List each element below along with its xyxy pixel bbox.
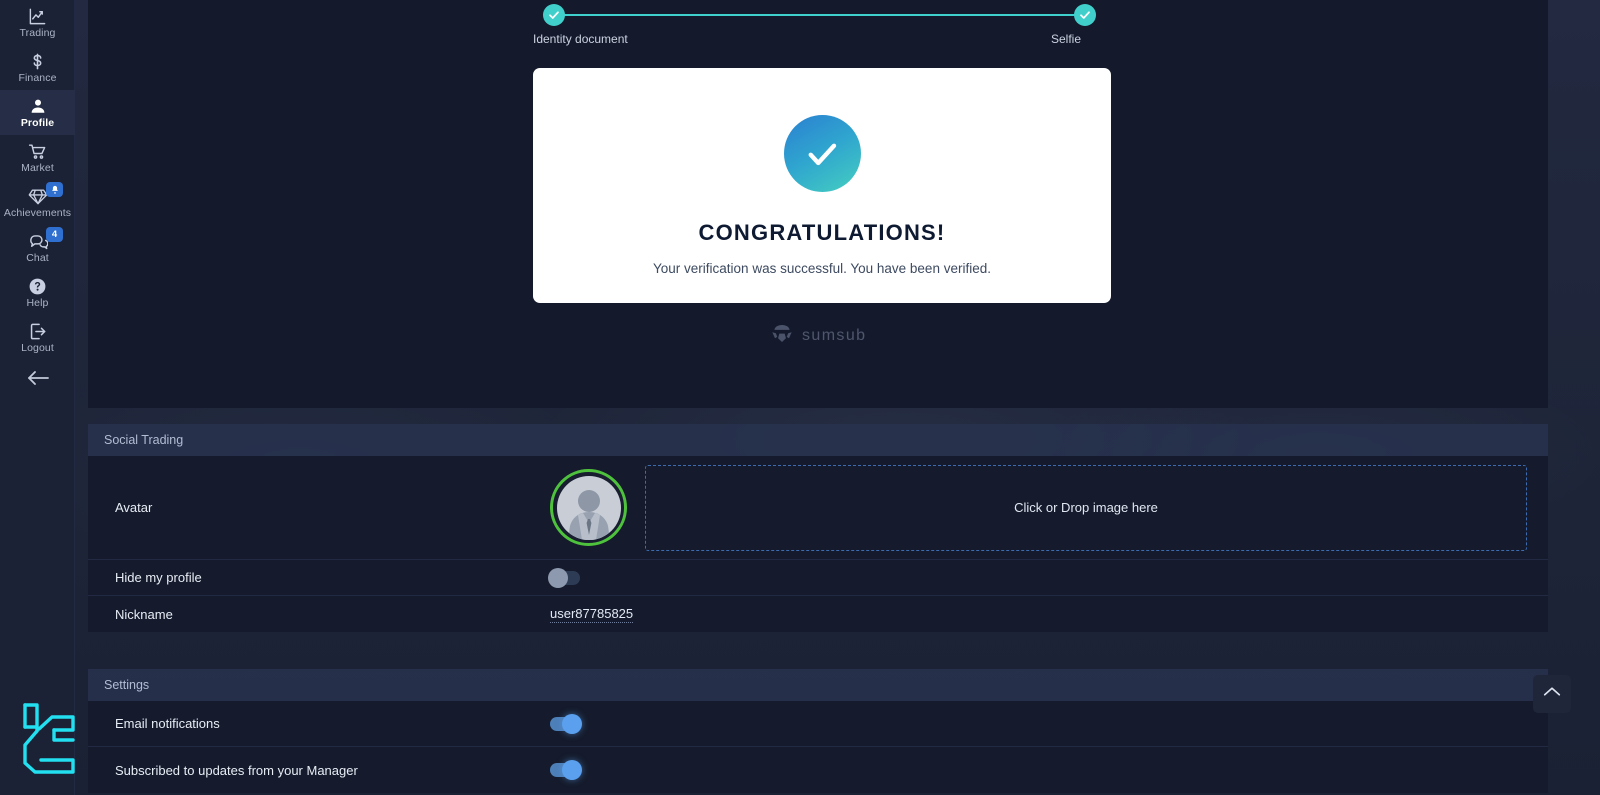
check-icon [548, 9, 560, 21]
sumsub-wordmark: sumsub [802, 327, 867, 344]
stepper-label-selfie: Selfie [1051, 32, 1082, 46]
congratulations-title: CONGRATULATIONS! [698, 220, 946, 245]
diamond-icon [28, 187, 48, 206]
kyc-verification-panel: Identity document Selfie CONGRATULATIONS… [88, 0, 1548, 408]
sidebar-item-label: Finance [18, 71, 57, 84]
manager-updates-toggle[interactable] [550, 760, 582, 780]
social-trading-header: Social Trading [88, 424, 1548, 456]
sidebar-item-trading[interactable]: Trading [0, 0, 75, 45]
email-notifications-label: Email notifications [115, 716, 220, 731]
arrow-left-icon [26, 370, 50, 391]
stepper-progress-line [554, 14, 1087, 16]
sumsub-branding: sumsub [771, 325, 866, 347]
sidebar-item-label: Trading [19, 26, 56, 39]
settings-body: Email notifications Subscribed to update… [88, 701, 1548, 793]
email-notifications-toggle[interactable] [550, 713, 582, 734]
congratulations-subtitle: Your verification was successful. You ha… [653, 261, 991, 276]
avatar[interactable] [550, 469, 627, 546]
dropzone-text: Click or Drop image here [1014, 500, 1158, 515]
hide-profile-toggle[interactable] [548, 567, 580, 588]
achievements-bell-badge [46, 182, 63, 197]
stepper-label-identity-document: Identity document [533, 32, 628, 46]
nickname-row: Nickname user87785825 [88, 596, 1548, 632]
chat-count-badge: 4 [46, 227, 63, 242]
sidebar-item-achievements[interactable]: Achievements [0, 180, 75, 225]
cart-icon [28, 142, 47, 161]
social-trading-body: Avatar Click or Drop image here Hide my … [88, 456, 1548, 632]
nickname-value[interactable]: user87785825 [550, 606, 634, 623]
settings-section: Settings Email notifications Subscribed … [88, 669, 1548, 793]
kyc-stepper: Identity document Selfie [533, 4, 1096, 52]
hide-profile-row: Hide my profile [88, 560, 1548, 596]
toggle-knob [548, 567, 568, 588]
logout-icon [28, 322, 47, 341]
app-root: Trading Finance Profile Market Achieveme… [0, 0, 1600, 795]
sidebar-item-label: Achievements [3, 206, 72, 219]
sumsub-logo-icon [771, 325, 793, 347]
sidebar-item-label: Chat [26, 251, 49, 264]
stepper-step-selfie[interactable] [1074, 4, 1096, 26]
chat-icon [28, 232, 48, 251]
chevron-up-icon [1542, 685, 1562, 703]
social-trading-section: Social Trading Avatar Click or Drop imag… [88, 424, 1548, 632]
sidebar-item-profile[interactable]: Profile [0, 90, 75, 135]
sidebar-item-market[interactable]: Market [0, 135, 75, 180]
scroll-to-top-button[interactable] [1533, 675, 1571, 713]
avatar-row: Avatar Click or Drop image here [88, 456, 1548, 560]
hide-profile-label: Hide my profile [115, 570, 202, 585]
avatar-label: Avatar [115, 500, 153, 515]
sidebar-item-logout[interactable]: Logout [0, 315, 75, 360]
sidebar-item-chat[interactable]: 4 Chat [0, 225, 75, 270]
email-notifications-row: Email notifications [88, 701, 1548, 747]
sidebar-collapse-button[interactable] [0, 360, 75, 400]
toggle-knob [562, 760, 582, 780]
sidebar-item-label: Market [21, 161, 54, 174]
question-icon [28, 277, 47, 296]
chart-line-icon [28, 7, 47, 26]
manager-updates-row: Subscribed to updates from your Manager [88, 747, 1548, 793]
toggle-knob [562, 713, 582, 734]
sidebar-item-label: Help [26, 296, 49, 309]
avatar-placeholder-image [556, 475, 621, 540]
nickname-label: Nickname [115, 606, 173, 622]
brand-mark-icon [18, 699, 80, 777]
avatar-dropzone[interactable]: Click or Drop image here [645, 464, 1527, 551]
verification-result-card: CONGRATULATIONS! Your verification was s… [533, 68, 1111, 303]
sidebar-item-help[interactable]: Help [0, 270, 75, 315]
sidebar: Trading Finance Profile Market Achieveme… [0, 0, 75, 795]
stepper-step-identity-document[interactable] [543, 4, 565, 26]
check-circle-icon [783, 115, 861, 192]
sidebar-item-label: Logout [21, 341, 54, 354]
sidebar-item-label: Profile [20, 116, 55, 129]
check-icon [1079, 9, 1091, 21]
sidebar-item-finance[interactable]: Finance [0, 45, 75, 90]
settings-header: Settings [88, 669, 1548, 701]
dollar-icon [28, 52, 47, 71]
manager-updates-label: Subscribed to updates from your Manager [115, 762, 358, 778]
user-icon [29, 97, 47, 116]
